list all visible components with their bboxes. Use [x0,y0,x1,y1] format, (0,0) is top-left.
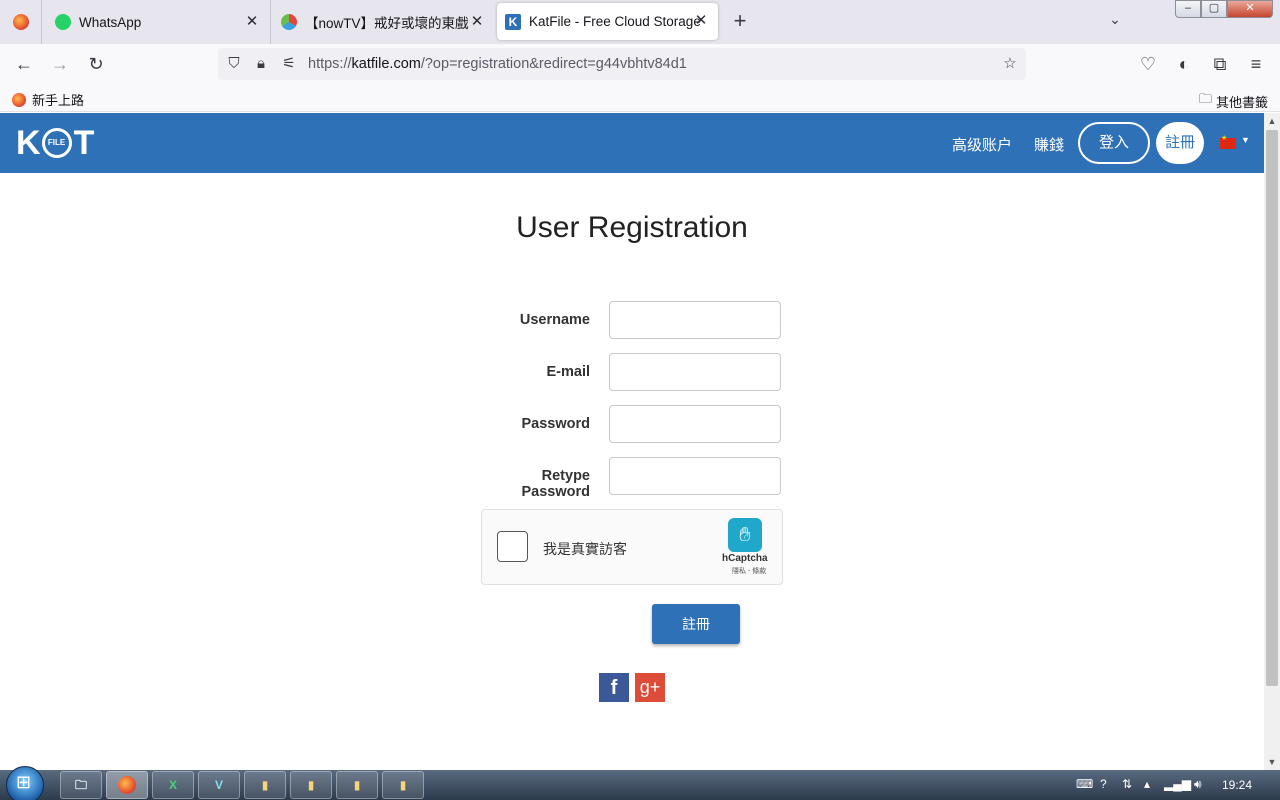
firefox-menu-tab[interactable] [0,0,42,44]
caret-down-icon[interactable]: ▼ [1241,135,1250,145]
captcha-checkbox[interactable] [497,531,528,562]
tab-nowtv[interactable]: 【nowTV】戒好或壞的東戲 全 ✕ [270,0,494,44]
firefox-icon [12,92,26,107]
logo-letter: T [73,123,95,162]
retype-password-input[interactable] [609,457,781,495]
browser-tab-strip: WhatsApp ✕ 【nowTV】戒好或壞的東戲 全 ✕ K KatFile … [0,0,1280,44]
nowtv-icon [281,14,297,30]
system-tray: ⌨ ? ⇅ ▴ ▂▄▆ 🔊︎ 19:24 [1070,770,1280,800]
folder-icon: 🗀 [1198,91,1212,106]
sync-icon[interactable]: ⇅ [1122,777,1132,791]
page-scrollbar[interactable]: ▲ ▼ [1264,113,1280,770]
window-minimize-button[interactable]: – [1175,0,1201,18]
keyboard-icon[interactable]: ⌨ [1076,777,1093,791]
katfile-icon: K [505,13,521,30]
shield-icon[interactable]: ⛉ [224,54,244,74]
app-taskbar-icon[interactable]: ▮ [290,771,332,799]
google-plus-login-button[interactable]: g+ [635,673,665,702]
login-button[interactable]: 登入 [1078,122,1150,164]
pocket-icon[interactable]: ♡ [1136,52,1160,76]
chevron-down-icon[interactable]: ⌄ [1104,11,1126,33]
tab-whatsapp[interactable]: WhatsApp ✕ [43,0,269,44]
new-tab-button[interactable]: + [729,10,751,33]
app-taskbar-icon[interactable]: ▮ [382,771,424,799]
email-label: E-mail [546,364,590,380]
bookmarks-toolbar: 新手上路 🗀 其他書籤 [0,84,1280,112]
katfile-logo[interactable]: K FILE T [16,124,94,162]
close-tab-icon[interactable]: ✕ [692,12,710,30]
email-input[interactable] [609,353,781,391]
username-input[interactable] [609,301,781,339]
bookmark-getting-started[interactable]: 新手上路 [12,90,84,109]
tab-title: KatFile - Free Cloud Storage [529,14,701,29]
extensions-icon[interactable]: ⧉ [1208,52,1232,76]
lock-icon[interactable]: 🔒︎ [251,54,271,74]
back-arrow-icon[interactable]: ← [12,52,36,76]
taskbar-clock[interactable]: 19:24 [1222,778,1252,792]
username-label: Username [519,312,590,328]
china-flag-icon[interactable] [1220,134,1236,149]
start-button[interactable] [6,766,44,800]
facebook-login-button[interactable]: f [599,673,629,702]
show-hidden-icons-icon[interactable]: ▴ [1144,777,1150,791]
logo-letter: K [16,123,41,162]
captcha-terms-link[interactable]: 隱私 - 條款 [732,566,766,576]
bookmark-label: 新手上路 [32,93,85,108]
register-submit-button[interactable]: 註冊 [652,604,740,644]
network-signal-icon[interactable]: ▂▄▆ [1164,777,1191,791]
password-label: Password [521,416,591,432]
excel-taskbar-icon[interactable]: X [152,771,194,799]
url-scheme: https:// [308,56,352,72]
close-tab-icon[interactable]: ✕ [468,13,486,31]
firefox-taskbar-icon[interactable] [106,771,148,799]
menu-icon[interactable]: ≡ [1244,52,1268,76]
volume-icon[interactable]: 🔊︎ [1194,777,1202,792]
scroll-thumb[interactable] [1266,130,1278,686]
url-bar[interactable]: ⛉ 🔒︎ ⚟ https://katfile.com/?op=registrat… [218,48,1026,80]
url-domain: katfile.com [351,56,421,72]
browser-navigation-bar: ← → ↻ ⛉ 🔒︎ ⚟ https://katfile.com/?op=reg… [0,44,1280,84]
url-path: /?op=registration&redirect=g44vbhtv84d1 [420,56,687,72]
explorer-taskbar-icon[interactable]: 🗀 [60,771,102,799]
bookmark-star-icon[interactable]: ☆ [1000,54,1020,74]
app-taskbar-icon[interactable]: ▮ [336,771,378,799]
page-title: User Registration [516,211,748,244]
url-text[interactable]: https://katfile.com/?op=registration&red… [308,56,687,72]
hcaptcha-widget: 我是真實訪客 ✋︎ hCaptcha 隱私 - 條款 [481,509,783,585]
bookmark-label: 其他書籤 [1215,94,1268,110]
vim-taskbar-icon[interactable]: V [198,771,240,799]
scroll-up-arrow-icon[interactable]: ▲ [1264,113,1280,129]
firefox-icon [12,14,29,30]
tab-katfile-active[interactable]: K KatFile - Free Cloud Storage ✕ [497,3,718,40]
window-maximize-button[interactable]: ▢ [1201,0,1227,18]
logo-circle: FILE [41,128,72,158]
password-input[interactable] [609,405,781,443]
site-header: K FILE T 高级账户 賺錢 登入 註冊 ▼ [0,113,1264,173]
whatsapp-icon [55,14,71,30]
reload-icon[interactable]: ↻ [84,52,108,76]
tab-title: 【nowTV】戒好或壞的東戲 全 [305,16,473,31]
close-tab-icon[interactable]: ✕ [243,13,261,31]
retype-password-label: Retype Password [521,468,591,500]
page-content: K FILE T 高级账户 賺錢 登入 註冊 ▼ User Registrati… [0,113,1264,770]
window-close-button[interactable]: ✕ [1227,0,1273,18]
nav-premium-link[interactable]: 高级账户 [952,134,1012,155]
tab-title: WhatsApp [79,14,142,30]
app-taskbar-icon[interactable]: ▮ [244,771,286,799]
permissions-icon[interactable]: ⚟ [279,54,299,74]
nav-earn-link[interactable]: 賺錢 [1034,134,1064,155]
help-icon[interactable]: ? [1100,777,1107,791]
hcaptcha-brand: hCaptcha [722,553,768,564]
register-nav-button[interactable]: 註冊 [1156,122,1204,164]
windows-taskbar: 🗀 X V ▮ ▮ ▮ ▮ ⌨ ? ⇅ ▴ ▂▄▆ 🔊︎ 19:24 [0,766,1280,800]
account-icon[interactable]: ◐ [1172,52,1196,76]
hcaptcha-hand-icon: ✋︎ [728,518,762,552]
bookmark-other[interactable]: 🗀 其他書籤 [1199,90,1268,112]
forward-arrow-icon[interactable]: → [48,52,72,76]
scroll-down-arrow-icon[interactable]: ▼ [1264,754,1280,770]
captcha-label: 我是真實訪客 [543,541,627,557]
